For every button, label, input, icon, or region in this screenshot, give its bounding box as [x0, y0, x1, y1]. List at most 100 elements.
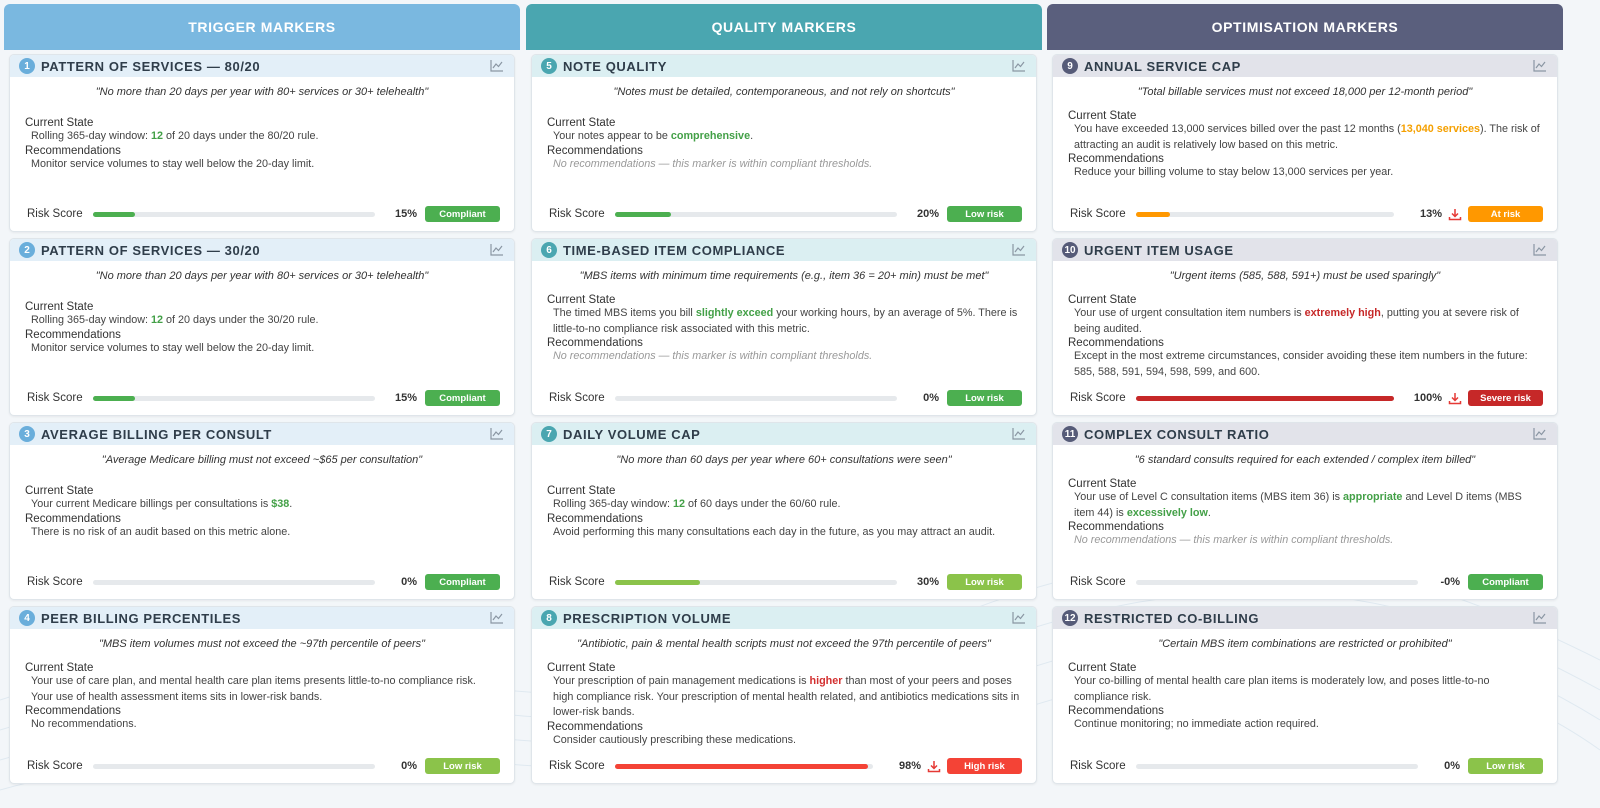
state-text-segment: Your notes appear to be [553, 130, 671, 142]
marker-card: 9 ANNUAL SERVICE CAP "Total billable servi… [1052, 54, 1558, 232]
marker-number: 7 [541, 426, 557, 442]
marker-number: 2 [19, 242, 35, 258]
current-state-label: Current State [25, 485, 94, 497]
risk-score-row: Risk Score 0% Low risk [27, 758, 500, 774]
card-header: 1 PATTERN OF SERVICES — 80/20 [10, 55, 514, 77]
current-state-text: Rolling 365-day window: 12 of 60 days un… [553, 497, 1022, 513]
highlight-text: extremely high [1304, 307, 1381, 319]
chart-icon[interactable] [490, 243, 504, 256]
risk-status-badge: High risk [947, 758, 1022, 774]
marker-rule-quote: "MBS item volumes must not exceed the ~9… [98, 638, 426, 650]
chart-icon[interactable] [490, 427, 504, 440]
marker-title: PRESCRIPTION VOLUME [563, 610, 732, 626]
risk-score-row: Risk Score -0% Compliant [1070, 574, 1543, 590]
current-state-label: Current State [25, 301, 94, 313]
risk-score-percent: 15% [394, 208, 417, 220]
marker-card: 3 AVERAGE BILLING PER CONSULT "Average Med… [9, 422, 515, 600]
card-header: 3 AVERAGE BILLING PER CONSULT [10, 423, 514, 445]
risk-score-percent: 30% [916, 576, 939, 588]
recommendations-label: Recommendations [547, 720, 643, 733]
highlight-text: 12 [151, 130, 164, 142]
risk-score-row: Risk Score 15% Compliant [27, 390, 500, 406]
risk-score-fill [93, 395, 136, 401]
current-state-text: Your prescription of pain management med… [553, 674, 1022, 721]
risk-score-label: Risk Score [27, 208, 83, 220]
current-state-label: Current State [25, 117, 94, 129]
chart-icon[interactable] [1012, 611, 1026, 624]
current-state-text: Your current Medicare billings per consu… [31, 497, 500, 513]
chart-icon[interactable] [1533, 243, 1547, 256]
highlight-text: 12 [151, 314, 164, 326]
card-body: Current State Your use of Level C consult… [1053, 478, 1557, 549]
risk-score-label: Risk Score [27, 576, 83, 588]
risk-score-bar [615, 395, 897, 401]
risk-score-label: Risk Score [549, 392, 605, 404]
state-text-segment: Your use of urgent consultation item num… [1074, 307, 1305, 319]
risk-status-badge: Low risk [1468, 758, 1543, 774]
risk-score-label: Risk Score [1070, 208, 1126, 220]
current-state-text: You have exceeded 13,000 services billed… [1074, 122, 1543, 153]
download-icon[interactable] [1448, 208, 1462, 221]
marker-card: 11 COMPLEX CONSULT RATIO "6 standard consu… [1052, 422, 1558, 600]
chart-icon[interactable] [1533, 427, 1547, 440]
marker-card: 5 NOTE QUALITY "Notes must be detailed, co… [531, 54, 1037, 232]
risk-score-percent: 20% [916, 208, 939, 220]
marker-card: 2 PATTERN OF SERVICES — 30/20 "No more tha… [9, 238, 515, 416]
state-text-segment: Your use of care plan, and mental health… [31, 675, 476, 703]
current-state-label: Current State [1068, 662, 1137, 674]
risk-score-fill [1136, 211, 1170, 217]
chart-icon[interactable] [1012, 59, 1026, 72]
chart-icon[interactable] [1012, 243, 1026, 256]
marker-card: 1 PATTERN OF SERVICES — 80/20 "No more tha… [9, 54, 515, 232]
marker-number: 10 [1062, 242, 1078, 258]
marker-title: PATTERN OF SERVICES — 80/20 [41, 58, 261, 74]
state-text-segment: You have exceeded 13,000 services billed… [1074, 123, 1401, 135]
risk-score-percent: 0% [401, 760, 417, 772]
marker-card: 4 PEER BILLING PERCENTILES "MBS item volum… [9, 606, 515, 784]
risk-status-badge: Compliant [425, 574, 500, 590]
column-2: QUALITY MARKERS 5 NOTE QUALITY "Notes must … [526, 4, 1042, 804]
card-header: 5 NOTE QUALITY [532, 55, 1036, 77]
chart-icon[interactable] [1533, 59, 1547, 72]
recommendations-label: Recommendations [1068, 521, 1164, 533]
card-header: 8 PRESCRIPTION VOLUME [532, 607, 1036, 629]
recommendations-label: Recommendations [25, 328, 121, 341]
card-body: Current State Your co-billing of mental h… [1053, 662, 1557, 733]
marker-columns: TRIGGER MARKERS 1 PATTERN OF SERVICES — 80… [0, 0, 1600, 808]
chart-icon[interactable] [490, 59, 504, 72]
risk-score-row: Risk Score 98% High risk [549, 758, 1022, 774]
risk-status-badge: Low risk [947, 390, 1022, 406]
card-header: 11 COMPLEX CONSULT RATIO [1053, 423, 1557, 445]
current-state-text: The timed MBS items you bill slightly ex… [553, 306, 1022, 337]
state-text-segment: Your co-billing of mental health care pl… [1074, 675, 1490, 703]
risk-score-bar [1136, 395, 1394, 401]
download-icon[interactable] [1448, 392, 1462, 405]
current-state-text: Rolling 365-day window: 12 of 20 days un… [31, 129, 500, 145]
risk-score-percent: -0% [1440, 576, 1460, 588]
chart-icon[interactable] [1533, 611, 1547, 624]
recommendations-text: Avoid performing this many consultations… [553, 525, 996, 538]
card-body: Current State Your use of care plan, and … [10, 662, 514, 733]
recommendations-text: Reduce your billing volume to stay below… [1074, 166, 1394, 178]
marker-title: PEER BILLING PERCENTILES [41, 610, 242, 626]
current-state-text: Your notes appear to be comprehensive. [553, 129, 1022, 145]
risk-score-fill [1136, 395, 1394, 401]
marker-rule-quote: "Urgent items (585, 588, 591+) must be u… [1169, 270, 1441, 282]
highlight-text: slightly exceed [695, 307, 774, 319]
chart-icon[interactable] [1012, 427, 1026, 440]
column-header: QUALITY MARKERS [526, 4, 1042, 50]
risk-status-badge: Low risk [947, 574, 1022, 590]
marker-card: 10 URGENT ITEM USAGE "Urgent items (585, 5… [1052, 238, 1558, 416]
current-state-label: Current State [1068, 478, 1137, 490]
card-body: Current State Your prescription of pain m… [532, 662, 1036, 748]
marker-number: 11 [1062, 426, 1078, 442]
state-text-segment: Your use of Level C consultation items (… [1074, 491, 1344, 503]
current-state-label: Current State [1068, 294, 1137, 306]
chart-icon[interactable] [490, 611, 504, 624]
download-icon[interactable] [927, 760, 941, 773]
state-text-segment: . [1207, 506, 1211, 519]
risk-score-fill [615, 579, 700, 585]
risk-score-percent: 15% [394, 392, 417, 404]
marker-title: NOTE QUALITY [563, 58, 667, 74]
state-text-segment: Your prescription of pain management med… [553, 675, 810, 687]
